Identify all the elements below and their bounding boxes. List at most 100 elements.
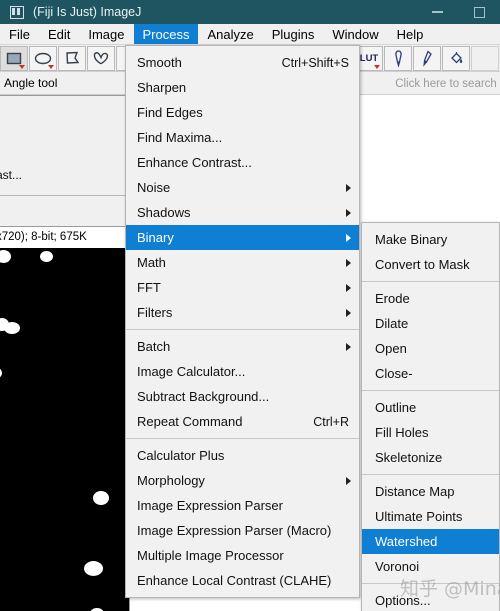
menubar-item-file[interactable]: File — [0, 24, 39, 44]
submenu-item-skeletonize[interactable]: Skeletonize — [362, 445, 499, 470]
menu-item-label: Multiple Image Processor — [137, 548, 284, 563]
submenu-item-label: Voronoi — [375, 559, 420, 574]
submenu-item-label: Options... — [375, 593, 431, 608]
submenu-item-label: Make Binary — [375, 232, 448, 247]
submenu-separator — [362, 474, 499, 475]
menu-item-label: Subtract Background... — [137, 389, 270, 404]
menu-item-find-maxima[interactable]: Find Maxima... — [126, 125, 359, 150]
menubar-item-window[interactable]: Window — [323, 24, 387, 44]
toolbar-end-spacer — [471, 45, 499, 71]
menu-item-shortcut: Ctrl+Shift+S — [281, 55, 349, 70]
menu-item-noise[interactable]: Noise — [126, 175, 359, 200]
menu-item-image-expression-parser-macro[interactable]: Image Expression Parser (Macro) — [126, 518, 359, 543]
active-tool-label: Angle tool — [4, 76, 58, 90]
submenu-item-label: Erode — [375, 291, 410, 306]
image-info-label: x720); 8-bit; 675K — [0, 226, 130, 248]
menubar-item-help[interactable]: Help — [388, 24, 433, 44]
menu-item-label: Sharpen — [137, 80, 187, 95]
menu-item-multiple-image-processor[interactable]: Multiple Image Processor — [126, 543, 359, 568]
maximize-button[interactable] — [458, 0, 500, 24]
submenu-item-convert-to-mask[interactable]: Convert to Mask — [362, 252, 499, 277]
menu-item-enhance-contrast[interactable]: Enhance Contrast... — [126, 150, 359, 175]
submenu-separator — [362, 390, 499, 391]
oval-selection-tool[interactable] — [29, 45, 57, 71]
menubar-item-analyze[interactable]: Analyze — [198, 24, 262, 44]
menubar-item-plugins[interactable]: Plugins — [263, 24, 324, 44]
submenu-item-outline[interactable]: Outline — [362, 395, 499, 420]
menu-bar: File Edit Image Process Analyze Plugins … — [0, 24, 500, 45]
submenu-item-voronoi[interactable]: Voronoi — [362, 554, 499, 579]
menu-item-repeat-command[interactable]: Repeat Command Ctrl+R — [126, 409, 359, 434]
submenu-item-options[interactable]: Options... — [362, 588, 499, 611]
menu-item-label: Image Expression Parser (Macro) — [137, 523, 332, 538]
flood-fill-tool[interactable] — [442, 45, 470, 71]
submenu-item-open[interactable]: Open — [362, 336, 499, 361]
image-blob — [93, 491, 109, 505]
menu-item-image-calculator[interactable]: Image Calculator... — [126, 359, 359, 384]
process-menu-popup: Smooth Ctrl+Shift+S Sharpen Find Edges F… — [125, 45, 360, 598]
menu-item-label: Shadows — [137, 205, 191, 220]
search-input[interactable]: Click here to search — [392, 73, 500, 94]
pencil-icon — [394, 49, 402, 67]
submenu-arrow-icon — [346, 208, 351, 217]
menu-item-label: Find Maxima... — [137, 130, 223, 145]
menu-item-label: Enhance Contrast... — [137, 155, 252, 170]
submenu-item-watershed[interactable]: Watershed — [362, 529, 499, 554]
menu-item-label: Image Expression Parser — [137, 498, 283, 513]
menu-item-enhance-local-contrast[interactable]: Enhance Local Contrast (CLAHE) — [126, 568, 359, 593]
menu-item-fft[interactable]: FFT — [126, 275, 359, 300]
submenu-item-fill-holes[interactable]: Fill Holes — [362, 420, 499, 445]
maximize-icon — [473, 6, 485, 18]
submenu-separator — [362, 583, 499, 584]
menu-item-sharpen[interactable]: Sharpen — [126, 75, 359, 100]
binary-image-canvas[interactable] — [0, 248, 129, 611]
polygon-selection-tool[interactable] — [58, 45, 86, 71]
submenu-item-ultimate-points[interactable]: Ultimate Points — [362, 504, 499, 529]
dropdown-marker-icon — [374, 64, 380, 69]
menu-item-subtract-background[interactable]: Subtract Background... — [126, 384, 359, 409]
menu-item-morphology[interactable]: Morphology — [126, 468, 359, 493]
minimize-icon — [431, 11, 443, 13]
menu-item-label: FFT — [137, 280, 161, 295]
menu-item-label: Calculator Plus — [137, 448, 225, 463]
menu-item-batch[interactable]: Batch — [126, 334, 359, 359]
menu-separator — [126, 438, 359, 439]
menu-item-math[interactable]: Math — [126, 250, 359, 275]
menu-item-label: Binary — [137, 230, 174, 245]
menu-item-label: Smooth — [137, 55, 182, 70]
menu-item-label: Morphology — [137, 473, 205, 488]
menu-item-calculator-plus[interactable]: Calculator Plus — [126, 443, 359, 468]
menubar-item-edit[interactable]: Edit — [39, 24, 79, 44]
menu-item-image-expression-parser[interactable]: Image Expression Parser — [126, 493, 359, 518]
menu-item-label: Math — [137, 255, 166, 270]
rectangle-selection-tool[interactable] — [0, 45, 28, 71]
submenu-arrow-icon — [346, 476, 351, 485]
paintbrush-tool[interactable] — [413, 45, 441, 71]
menu-item-label: Find Edges — [137, 105, 203, 120]
menubar-item-process[interactable]: Process — [133, 24, 199, 44]
submenu-item-label: Distance Map — [375, 484, 455, 499]
submenu-item-label: Ultimate Points — [375, 509, 463, 524]
submenu-item-erode[interactable]: Erode — [362, 286, 499, 311]
image-blob — [0, 250, 11, 263]
menu-item-shadows[interactable]: Shadows — [126, 200, 359, 225]
menu-item-label: Noise — [137, 180, 171, 195]
submenu-item-make-binary[interactable]: Make Binary — [362, 227, 499, 252]
menu-item-find-edges[interactable]: Find Edges — [126, 100, 359, 125]
menubar-item-image[interactable]: Image — [79, 24, 133, 44]
menu-item-binary[interactable]: Binary — [126, 225, 359, 250]
minimize-button[interactable] — [416, 0, 458, 24]
rectangle-icon — [6, 52, 22, 64]
image-blob — [0, 368, 2, 378]
submenu-item-distance-map[interactable]: Distance Map — [362, 479, 499, 504]
submenu-item-dilate[interactable]: Dilate — [362, 311, 499, 336]
image-blob — [4, 322, 20, 334]
submenu-item-close[interactable]: Close- — [362, 361, 499, 386]
freehand-selection-tool[interactable] — [87, 45, 115, 71]
menu-item-filters[interactable]: Filters — [126, 300, 359, 325]
image-blob — [84, 561, 103, 576]
pencil-tool[interactable] — [384, 45, 412, 71]
menu-item-smooth[interactable]: Smooth Ctrl+Shift+S — [126, 50, 359, 75]
binary-submenu-popup: Make Binary Convert to Mask Erode Dilate… — [361, 222, 500, 611]
submenu-arrow-icon — [346, 342, 351, 351]
